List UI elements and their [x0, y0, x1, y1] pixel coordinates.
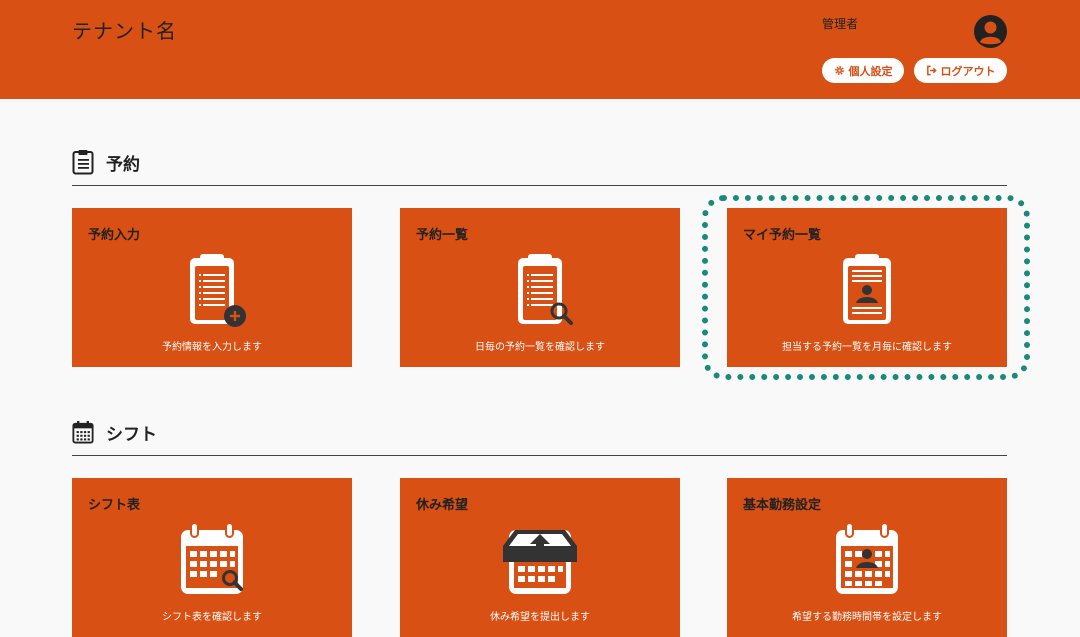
reservation-list-card[interactable]: 予約一覧 日毎の予約一覧を確認します: [400, 208, 680, 367]
section-divider: [72, 455, 1007, 456]
my-reservation-list-card[interactable]: マイ予約一覧 担当する予約一覧を月毎に確認します: [727, 208, 1007, 367]
card-title: 休み希望: [416, 498, 469, 513]
card-description: シフト表を確認します: [162, 612, 262, 623]
card-title: マイ予約一覧: [743, 228, 822, 243]
user-avatar-icon[interactable]: [974, 15, 1007, 48]
personal-settings-button[interactable]: 個人設定: [822, 58, 904, 83]
card-description: 予約情報を入力します: [162, 342, 262, 353]
logout-button[interactable]: ログアウト: [914, 58, 1007, 83]
card-title: 基本勤務設定: [743, 498, 822, 513]
clipboard-add-icon: [190, 254, 246, 327]
user-name: 管理者: [822, 17, 859, 31]
shift-table-card[interactable]: シフト表 シフト表を確認します: [72, 478, 352, 637]
app-header: テナント名 管理者 個人設定 ログアウト: [0, 0, 1080, 99]
clipboard-search-icon: [518, 254, 573, 325]
section-title-label: 予約: [106, 154, 140, 175]
card-title: シフト表: [88, 498, 141, 513]
gear-icon: [834, 66, 844, 75]
clipboard-icon: [72, 150, 94, 175]
section-title-reservation: 予約: [72, 148, 140, 176]
basic-work-settings-card[interactable]: 基本勤務設定 希望する勤務時間帯を設定します: [727, 478, 1007, 637]
day-off-request-card[interactable]: 休み希望 休み希望を提出します: [400, 478, 680, 637]
personal-settings-label: 個人設定: [848, 64, 893, 78]
card-description: 担当する予約一覧を月毎に確認します: [782, 342, 952, 353]
section-divider: [72, 185, 1007, 186]
card-description: 日毎の予約一覧を確認します: [475, 342, 605, 353]
reservation-input-card[interactable]: 予約入力 予約情報を入力します: [72, 208, 352, 367]
calendar-user-icon: [836, 522, 898, 594]
card-description: 休み希望を提出します: [490, 612, 590, 623]
calendar-search-icon: [181, 522, 243, 594]
card-description: 希望する勤務時間帯を設定します: [792, 612, 942, 623]
section-title-shift: シフト: [72, 418, 157, 446]
calendar-icon: [72, 421, 94, 444]
section-title-label: シフト: [106, 424, 157, 445]
tenant-name: テナント名: [72, 19, 177, 43]
clipboard-user-icon: [843, 254, 891, 324]
logout-label: ログアウト: [940, 64, 996, 78]
calendar-upload-icon: [503, 530, 577, 594]
card-title: 予約入力: [88, 228, 141, 243]
logout-icon: [926, 65, 937, 76]
card-title: 予約一覧: [416, 228, 469, 243]
